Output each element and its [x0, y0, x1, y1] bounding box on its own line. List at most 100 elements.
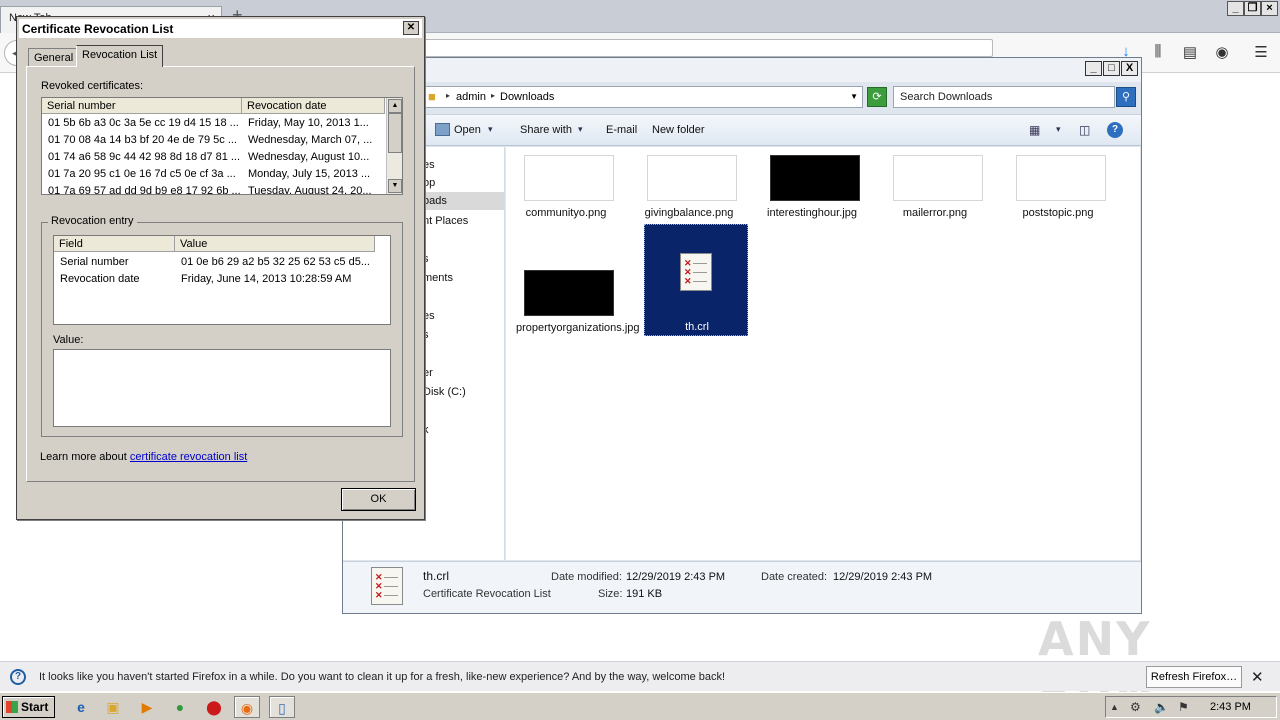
file-item[interactable]: propertyorganizations.jpg	[514, 262, 640, 372]
date-modified-value: 12/29/2019 2:43 PM	[626, 571, 726, 583]
file-item[interactable]: poststopic.png	[1006, 147, 1110, 257]
size-label: Size:	[598, 588, 623, 600]
open-icon	[435, 123, 450, 136]
library-icon[interactable]: ⫼	[1148, 43, 1168, 60]
views-icon[interactable]: ▦	[1029, 123, 1040, 137]
close-icon[interactable]: ✕	[1251, 668, 1264, 686]
dialog-title: Certificate Revocation List	[22, 22, 174, 36]
cell-date: Wednesday, August 10...	[248, 151, 370, 163]
maximize-button[interactable]: □	[1103, 61, 1120, 76]
breadcrumb-downloads[interactable]: Downloads	[500, 91, 554, 103]
scroll-thumb[interactable]	[388, 113, 402, 153]
learn-more-link[interactable]: certificate revocation list	[130, 451, 247, 463]
menu-icon[interactable]: ☰	[1251, 43, 1271, 61]
breadcrumb-admin[interactable]: admin	[456, 91, 486, 103]
network-icon[interactable]: ⚙	[1130, 700, 1141, 714]
file-thumbnail	[770, 155, 860, 201]
restore-button[interactable]: ❐	[1244, 1, 1261, 16]
crl-file-icon: ✕ ✕ ✕	[371, 567, 403, 605]
tray-expand-icon[interactable]: ▲	[1110, 702, 1119, 712]
search-input[interactable]: Search Downloads	[893, 86, 1115, 108]
search-icon[interactable]: ⚲	[1116, 87, 1136, 107]
chevron-down-icon[interactable]: ▾	[1056, 124, 1061, 135]
file-thumbnail	[1016, 155, 1106, 201]
table-row[interactable]: Serial number 01 0e b6 29 a2 b5 32 25 62…	[54, 254, 390, 271]
learn-more-text: Learn more about certificate revocation …	[40, 451, 247, 463]
chrome-icon[interactable]: ●	[167, 696, 193, 718]
email-button[interactable]: E-mail	[606, 124, 637, 136]
column-header-date[interactable]: Revocation date	[242, 98, 385, 114]
minimize-button[interactable]: _	[1227, 1, 1244, 16]
scroll-up-icon[interactable]: ▲	[388, 99, 402, 113]
sidebar-icon[interactable]: ▤	[1180, 43, 1200, 61]
table-row[interactable]: Revocation date Friday, June 14, 2013 10…	[54, 271, 390, 288]
value-label: Value:	[53, 334, 84, 346]
refresh-icon[interactable]: ⟳	[867, 87, 887, 107]
ok-button[interactable]: OK	[341, 488, 416, 511]
file-item[interactable]: mailerror.png	[883, 147, 987, 257]
file-thumbnail	[524, 155, 614, 201]
firefox-icon[interactable]: ◉	[234, 696, 260, 718]
revocation-entry-list[interactable]: Field Value Serial number 01 0e b6 29 a2…	[53, 235, 391, 325]
table-row[interactable]: 01 5b 6b a3 0c 3a 5e cc 19 d4 15 18 ... …	[42, 115, 385, 132]
close-button[interactable]: X	[1121, 61, 1138, 76]
close-icon[interactable]: ✕	[403, 21, 419, 35]
volume-icon[interactable]: 🔈	[1154, 700, 1169, 714]
tab-general[interactable]: General	[28, 48, 80, 67]
table-row[interactable]: 01 7a 20 95 c1 0e 16 7d c5 0e cf 3a ... …	[42, 166, 385, 183]
crl-window-icon[interactable]: ▯	[269, 696, 295, 718]
chevron-down-icon[interactable]: ▾	[488, 124, 493, 135]
explorer-icon[interactable]: ▣	[100, 696, 126, 718]
scroll-down-icon[interactable]: ▼	[388, 179, 402, 193]
nav-item-downloads[interactable]: oads	[423, 195, 447, 207]
minimize-button[interactable]: _	[1085, 61, 1102, 76]
file-item[interactable]: interestinghour.jpg	[760, 147, 864, 257]
table-row[interactable]: 01 70 08 4a 14 b3 bf 20 4e de 79 5c ... …	[42, 132, 385, 149]
cell-value: 01 0e b6 29 a2 b5 32 25 62 53 c5 d5...	[181, 256, 370, 268]
file-list: communityo.png givingbalance.png interes…	[506, 147, 1140, 560]
breadcrumb-separator[interactable]: ▸	[446, 91, 450, 100]
share-with-button[interactable]: Share with	[520, 124, 572, 136]
cell-date: Friday, May 10, 2013 1...	[248, 117, 369, 129]
address-bar[interactable]: ■ ▸ admin ▸ Downloads ▼	[425, 86, 863, 108]
breadcrumb-separator[interactable]: ▸	[491, 91, 495, 100]
help-icon[interactable]: ?	[1107, 122, 1123, 138]
chevron-down-icon[interactable]: ▾	[578, 124, 583, 135]
nav-item-documents[interactable]: ments	[423, 272, 453, 284]
preview-pane-icon[interactable]: ◫	[1079, 123, 1090, 137]
value-textbox[interactable]	[53, 349, 391, 427]
table-row[interactable]: 01 74 a6 58 9c 44 42 98 8d 18 d7 81 ... …	[42, 149, 385, 166]
ie-icon[interactable]: e	[68, 696, 94, 718]
refresh-firefox-button[interactable]: Refresh Firefox…	[1146, 666, 1242, 688]
cell-serial: 01 7a 69 57 ad dd 9d b9 e8 17 92 6b ...	[48, 185, 241, 195]
start-button[interactable]: Start	[2, 696, 55, 718]
revoked-certificates-list[interactable]: Serial number Revocation date 01 5b 6b a…	[41, 97, 403, 195]
nav-item-local-disk[interactable]: Disk (C:)	[423, 386, 466, 398]
file-item[interactable]: communityo.png	[514, 147, 618, 257]
tab-revocation-list[interactable]: Revocation List	[76, 45, 164, 67]
close-button[interactable]: ×	[1261, 1, 1278, 16]
start-label: Start	[21, 700, 49, 714]
file-item-selected[interactable]: ✕ ✕ ✕ th.crl	[644, 224, 748, 336]
date-modified-label: Date modified:	[551, 571, 622, 583]
open-button[interactable]: Open	[454, 124, 481, 136]
learn-more-prefix: Learn more about	[40, 451, 130, 463]
table-row[interactable]: 01 7a 69 57 ad dd 9d b9 e8 17 92 6b ... …	[42, 183, 385, 195]
explorer-titlebar: _ □ X	[343, 58, 1141, 82]
file-name: poststopic.png	[1022, 207, 1094, 219]
column-header-field[interactable]: Field	[54, 236, 175, 252]
media-player-icon[interactable]: ▶	[134, 696, 160, 718]
url-bar[interactable]	[410, 39, 993, 57]
account-icon[interactable]: ◉	[1212, 43, 1232, 61]
action-center-icon[interactable]: ⚑	[1178, 700, 1189, 714]
column-header-serial[interactable]: Serial number	[42, 98, 242, 114]
chevron-down-icon[interactable]: ▼	[850, 92, 858, 101]
opera-icon[interactable]: ⬤	[201, 696, 227, 718]
clock[interactable]: 2:43 PM	[1210, 701, 1251, 713]
nav-item-recent-places[interactable]: nt Places	[423, 215, 468, 227]
column-header-value[interactable]: Value	[175, 236, 375, 252]
scrollbar[interactable]: ▲ ▼	[386, 98, 402, 194]
file-name: givingbalance.png	[644, 207, 734, 219]
search-placeholder: Search Downloads	[900, 91, 993, 103]
new-folder-button[interactable]: New folder	[652, 124, 705, 136]
